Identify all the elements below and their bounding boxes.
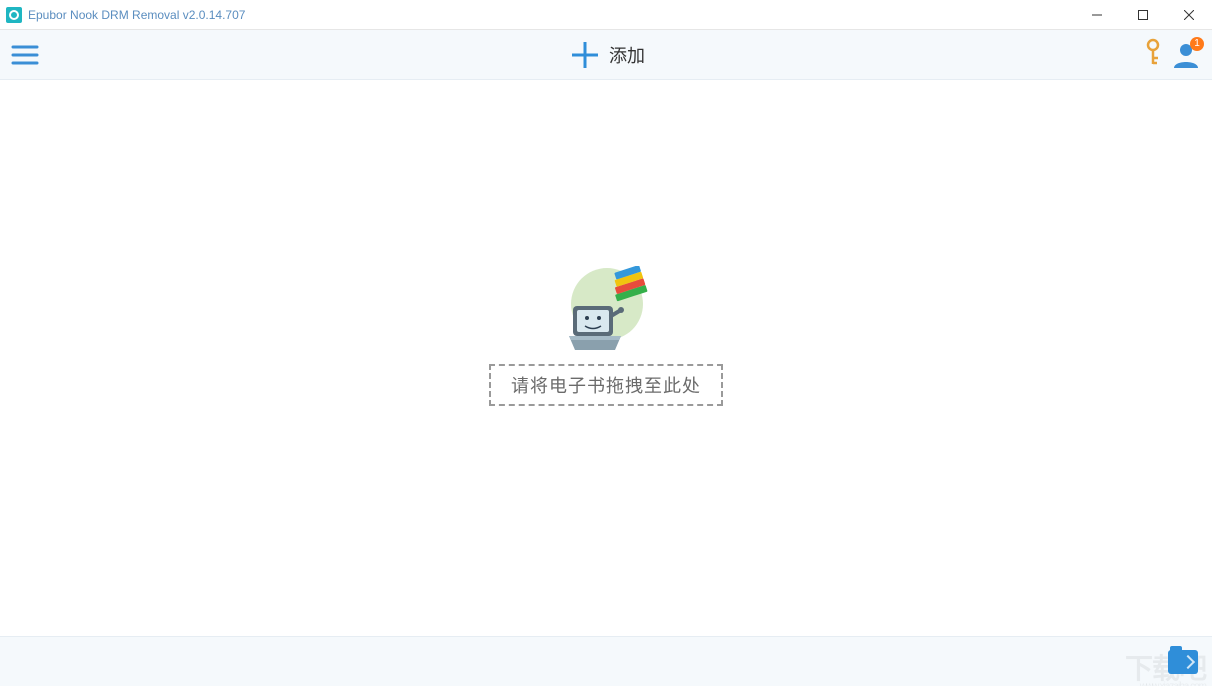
app-icon (6, 7, 22, 23)
close-button[interactable] (1166, 0, 1212, 30)
toolbar: 添加 1 (0, 30, 1212, 80)
add-label: 添加 (609, 42, 645, 68)
window-title: Epubor Nook DRM Removal v2.0.14.707 (28, 8, 245, 22)
main-content: 请将电子书拖拽至此处 (0, 80, 1212, 636)
minimize-button[interactable] (1074, 0, 1120, 30)
add-button[interactable]: 添加 (567, 30, 645, 80)
key-icon[interactable] (1142, 38, 1164, 71)
footer: 下载吧 www.xiazaiba.com (0, 636, 1212, 686)
drop-illustration (561, 266, 651, 356)
user-icon[interactable]: 1 (1170, 39, 1202, 71)
output-folder-button[interactable] (1168, 650, 1198, 674)
notification-badge: 1 (1190, 37, 1204, 51)
menu-button[interactable] (0, 30, 50, 80)
plus-icon (567, 37, 603, 73)
drop-zone[interactable]: 请将电子书拖拽至此处 (489, 266, 723, 406)
maximize-button[interactable] (1120, 0, 1166, 30)
titlebar: Epubor Nook DRM Removal v2.0.14.707 (0, 0, 1212, 30)
drop-hint: 请将电子书拖拽至此处 (489, 364, 723, 406)
